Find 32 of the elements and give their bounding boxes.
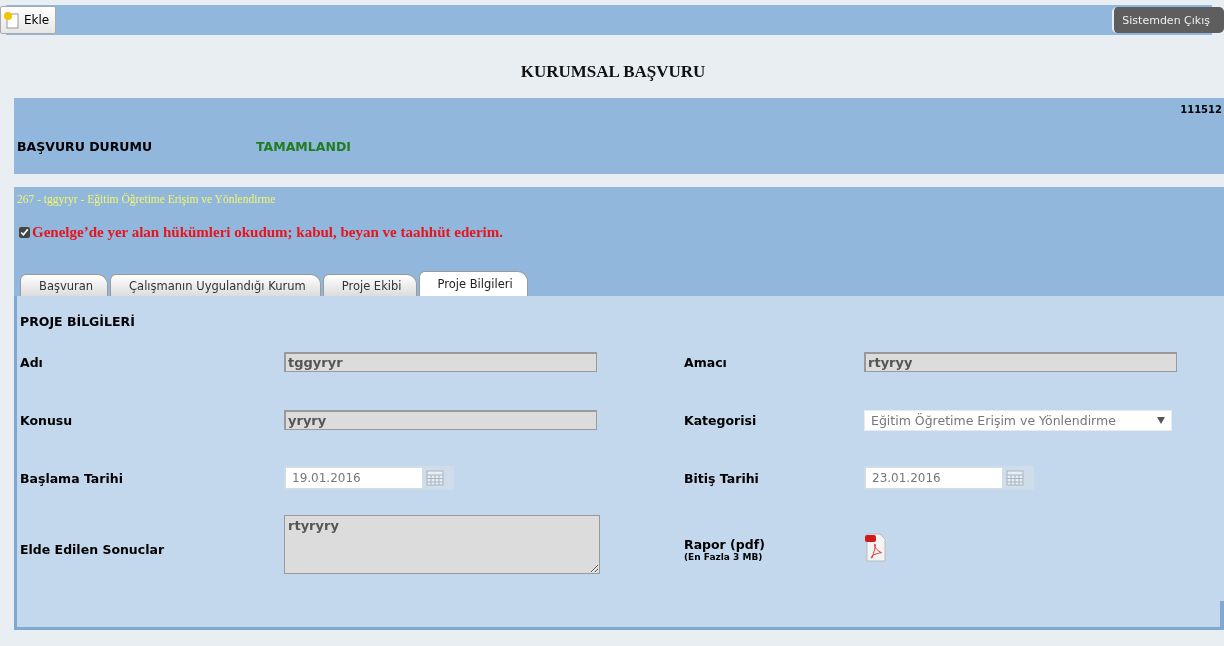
field-label: Kategorisi	[684, 412, 758, 428]
tab[interactable]: Proje Ekibi	[322, 274, 417, 296]
status-value: TAMAMLANDI	[256, 139, 351, 154]
page-title: KURUMSAL BAŞVURU	[520, 61, 706, 82]
date-field[interactable]: 19.01.2016	[286, 468, 422, 488]
project-summary: 267 - tggyryr - Eğitim Öğretime Erişim ve Yönlendirme	[16, 192, 277, 205]
sparkle-page-icon	[3, 11, 21, 29]
application-number: 111512	[1180, 104, 1222, 115]
field-label: Bitiş Tarihi	[684, 470, 760, 486]
add-button[interactable]: Ekle	[0, 6, 57, 34]
text-field[interactable]: rtyryy	[864, 352, 1177, 372]
agreement-text: Genelge’de yer alan hükümleri okudum; kabul, beyan ve taahhüt ederim.	[32, 224, 503, 241]
text-field[interactable]: tggyryr	[284, 352, 597, 372]
agreement-checkbox[interactable]	[19, 227, 30, 238]
tab[interactable]: Proje Bilgileri	[418, 271, 528, 296]
category-dropdown[interactable]: Eğitim Öğretime Erişim ve Yönlendirme	[864, 409, 1172, 431]
tab[interactable]: Başvuran	[20, 274, 109, 296]
field-label: Amacı	[684, 354, 728, 370]
date-field[interactable]: 23.01.2016	[866, 468, 1002, 488]
size-note: (En Fazla 3 MB)	[684, 551, 763, 562]
pdf-file-icon[interactable]	[864, 532, 886, 562]
field-label: Elde Edilen Sonuclar	[20, 541, 166, 557]
field-label: Başlama Tarihi	[20, 470, 124, 486]
results-textarea[interactable]: rtyryry	[284, 514, 600, 574]
field-label: Adı	[20, 354, 44, 370]
field-label: Konusu	[20, 412, 74, 428]
field-label: Rapor (pdf)	[684, 536, 766, 552]
text-field[interactable]: yryry	[284, 410, 597, 430]
tab[interactable]: Çalışmanın Uygulandığı Kurum	[110, 274, 321, 296]
section-heading: PROJE BİLGİLERİ	[19, 313, 136, 331]
status-label: BAŞVURU DURUMU	[17, 139, 154, 154]
logout-button[interactable]: Sistemden Çıkış	[1112, 7, 1224, 33]
